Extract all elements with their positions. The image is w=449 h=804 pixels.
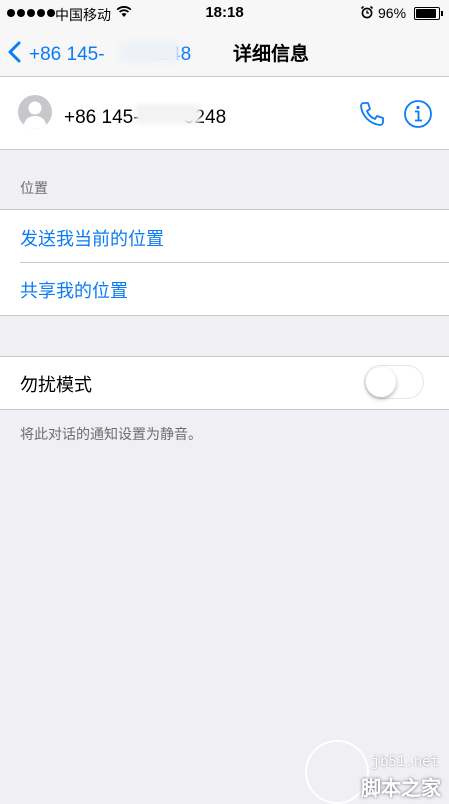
status-bar: 中国移动 18:18 96% [0, 0, 449, 28]
phone-icon [360, 102, 384, 126]
location-section-header: 位置 [20, 180, 48, 196]
alarm-icon [360, 5, 374, 22]
battery-icon [414, 7, 443, 20]
redaction-blur [136, 104, 200, 124]
watermark-site: jb51.net [371, 754, 439, 770]
page-title: 详细信息 [233, 44, 310, 65]
share-my-location-button[interactable]: 共享我的位置 [20, 277, 128, 303]
divider [20, 262, 449, 263]
do-not-disturb-row: 勿扰模式 [0, 356, 449, 410]
do-not-disturb-note: 将此对话的通知设置为静音。 [20, 426, 202, 442]
info-button[interactable] [403, 99, 433, 134]
send-current-location-button[interactable]: 发送我当前的位置 [20, 225, 164, 251]
contact-row: +86 145- -5248 [0, 77, 449, 150]
avatar [18, 95, 52, 129]
do-not-disturb-toggle[interactable] [364, 365, 424, 399]
redaction-blur [119, 41, 179, 63]
info-icon [404, 100, 432, 128]
watermark-name: 脚本之家 [361, 778, 441, 800]
call-button[interactable] [358, 100, 386, 133]
toggle-knob [366, 367, 396, 397]
location-group: 发送我当前的位置 共享我的位置 [0, 209, 449, 316]
person-icon [23, 101, 47, 129]
chevron-left-icon [8, 41, 21, 63]
battery-percentage: 96% [378, 5, 407, 21]
watermark-decoration [305, 740, 369, 804]
navigation-bar: +86 145- -5248 详细信息 [0, 28, 449, 77]
do-not-disturb-label: 勿扰模式 [20, 375, 92, 395]
